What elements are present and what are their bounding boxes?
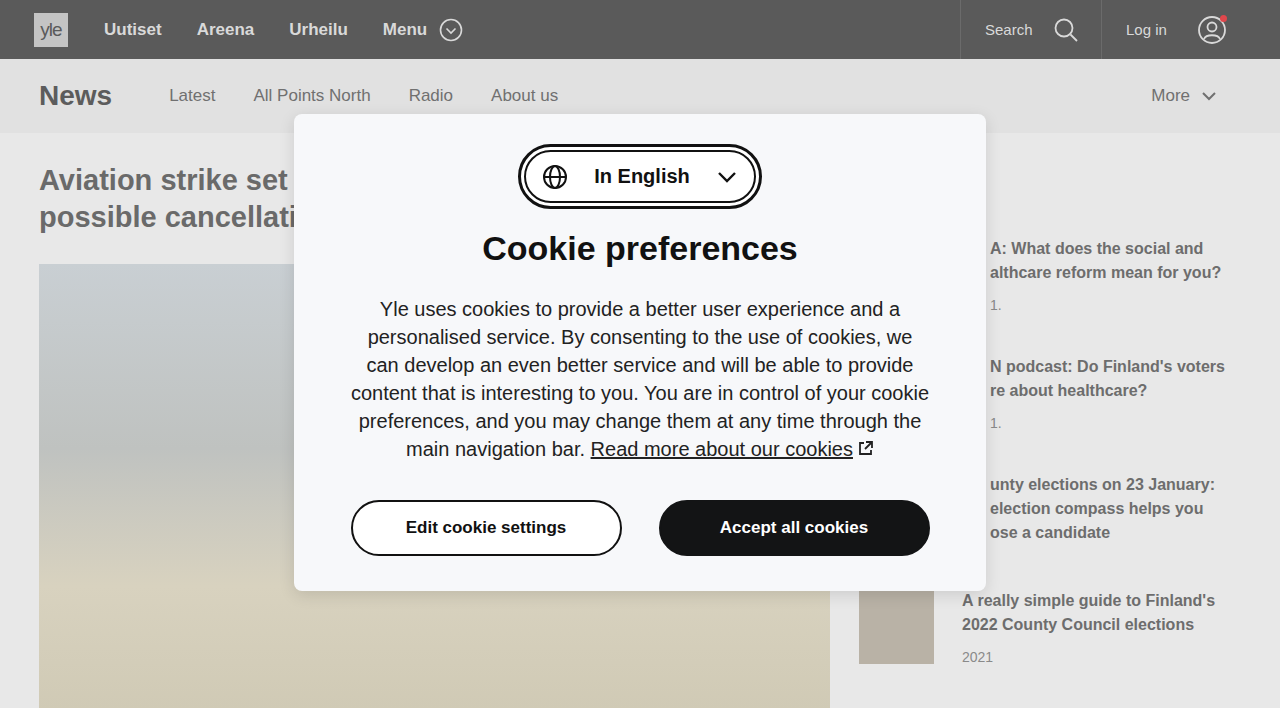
page: yle Uutiset Areena Urheilu Menu SearchLog in N…	[0, 0, 1280, 708]
dialog-buttons: Edit cookie settings Accept all cookies	[351, 500, 930, 556]
top-bar: yle Uutiset Areena Urheilu Menu SearchLog in	[0, 0, 1280, 59]
sidebar-item-text: A: What does the social andalthcare refo…	[962, 237, 1221, 314]
more-button[interactable]: More	[1151, 86, 1218, 106]
dialog-button[interactable]: Edit cookie settings	[351, 500, 622, 556]
main-nav-link[interactable]: Areena	[197, 20, 255, 40]
login-button[interactable]: Log in	[1101, 0, 1280, 59]
section-link[interactable]: Radio	[409, 86, 453, 106]
sidebar-item-title: A: What does the social andalthcare refo…	[990, 237, 1221, 285]
sidebar-item-date: 1.	[990, 414, 1225, 432]
search-icon	[1053, 17, 1079, 43]
user-icon-wrap	[1197, 15, 1227, 45]
sidebar-item-date: 1.	[990, 296, 1221, 314]
main-nav-link[interactable]: Urheilu	[289, 20, 348, 40]
chevron-circle-icon	[439, 18, 463, 42]
section-title[interactable]: News	[39, 80, 112, 112]
section-link[interactable]: About us	[491, 86, 558, 106]
main-nav: Uutiset Areena Urheilu Menu	[104, 18, 463, 42]
cookie-info-link[interactable]: Read more about our cookies	[591, 438, 853, 460]
sidebar-item[interactable]: A really simple guide to Finland's2022 C…	[859, 589, 1272, 666]
thumbnail	[859, 589, 934, 664]
section-nav: Latest All Points North Radio About us	[169, 86, 558, 106]
yle-logo[interactable]: yle	[34, 13, 68, 47]
menu-button[interactable]: Menu	[383, 18, 463, 42]
dialog-title: Cookie preferences	[482, 227, 798, 269]
search-button[interactable]: Search	[960, 0, 1101, 59]
globe-icon	[542, 164, 568, 190]
sidebar-item-title: A really simple guide to Finland's2022 C…	[962, 589, 1215, 637]
section-link[interactable]: Latest	[169, 86, 215, 106]
section-link[interactable]: All Points North	[253, 86, 370, 106]
sidebar-item-date: 2021	[962, 648, 1215, 666]
chevron-down-icon	[1200, 87, 1218, 105]
chevron-down-icon	[716, 166, 738, 188]
cookie-dialog: In English Cookie preferences Yle uses coo…	[294, 114, 986, 591]
dialog-button[interactable]: Accept all cookies	[659, 500, 930, 556]
sidebar-item-text: unty elections on 23 January:election co…	[962, 473, 1215, 548]
sidebar-item-text: N podcast: Do Finland's votersre about h…	[962, 355, 1225, 432]
notification-dot	[1220, 15, 1227, 22]
sidebar-item-title: N podcast: Do Finland's votersre about h…	[990, 355, 1225, 403]
external-link-icon	[857, 440, 874, 457]
main-nav-link[interactable]: Uutiset	[104, 20, 162, 40]
language-select[interactable]: In English	[518, 144, 762, 209]
sidebar-item-title: unty elections on 23 January:election co…	[990, 473, 1215, 545]
sidebar-item-text: A really simple guide to Finland's2022 C…	[962, 589, 1215, 666]
dialog-body: Yle uses cookies to provide a better use…	[350, 295, 930, 463]
